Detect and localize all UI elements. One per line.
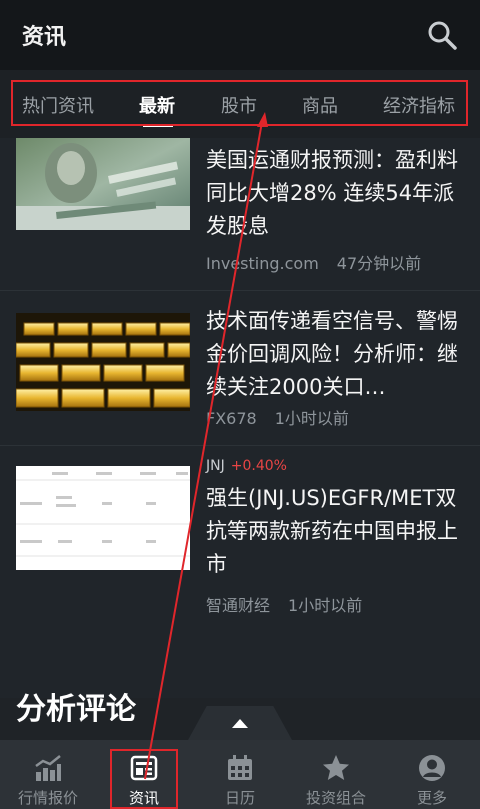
nav-quotes[interactable]: 行情报价 xyxy=(0,740,96,809)
search-icon[interactable] xyxy=(426,19,458,51)
news-list[interactable]: 美国运通财报预测：盈利料同比大增28% 连续54年派发股息 Investing.… xyxy=(0,138,480,698)
news-time: 47分钟以前 xyxy=(336,254,422,273)
user-icon xyxy=(418,754,446,782)
news-meta: 智通财经 1小时以前 xyxy=(206,592,362,616)
star-icon xyxy=(322,754,350,782)
news-item[interactable]: 技术面传递看空信号、警惕金价回调风险！分析师：继续关注2000关口… FX678… xyxy=(0,291,480,446)
news-headline[interactable]: 技术面传递看空信号、警惕金价回调风险！分析师：继续关注2000关口… xyxy=(206,305,468,404)
nav-more[interactable]: 更多 xyxy=(384,740,480,809)
tabs-highlight-box xyxy=(11,80,468,126)
news-source: Investing.com xyxy=(206,254,319,273)
stock-symbol: JNJ xyxy=(206,458,225,474)
calendar-icon xyxy=(226,754,254,782)
news-time: 1小时以前 xyxy=(274,409,349,428)
category-tabs: 热门资讯 最新 股市 商品 经济指标 xyxy=(0,70,480,138)
section-title-analysis: 分析评论 xyxy=(16,692,136,727)
news-thumbnail-table xyxy=(16,466,190,570)
nav-label: 日历 xyxy=(224,789,255,807)
nav-calendar[interactable]: 日历 xyxy=(192,740,288,809)
news-meta: FX678 1小时以前 xyxy=(206,405,349,429)
bottom-navigation: 行情报价 资讯 日历 投资组合 更多 xyxy=(0,740,480,809)
news-item[interactable]: JNJ +0.40% 强生(JNJ.US)EGFR/MET双抗等两款新药在中国申报… xyxy=(0,446,480,626)
page-title: 资讯 xyxy=(22,25,67,50)
nav-portfolio[interactable]: 投资组合 xyxy=(288,740,384,809)
nav-label: 行情报价 xyxy=(17,789,78,807)
news-time: 1小时以前 xyxy=(288,596,363,615)
news-headline[interactable]: 强生(JNJ.US)EGFR/MET双抗等两款新药在中国申报上市 xyxy=(206,482,468,581)
nav-label: 更多 xyxy=(416,789,447,807)
news-source: 智通财经 xyxy=(206,596,271,615)
stock-tag[interactable]: JNJ +0.40% xyxy=(206,458,287,474)
nav-highlight-box xyxy=(110,749,178,809)
chart-icon xyxy=(34,754,62,782)
nav-label: 投资组合 xyxy=(305,789,366,807)
stock-change: +0.40% xyxy=(230,458,287,474)
news-thumbnail-gold xyxy=(16,313,190,411)
app-header: 资讯 xyxy=(0,0,480,70)
news-headline[interactable]: 美国运通财报预测：盈利料同比大增28% 连续54年派发股息 xyxy=(206,144,468,243)
news-item[interactable]: 美国运通财报预测：盈利料同比大增28% 连续54年派发股息 Investing.… xyxy=(0,138,480,291)
expand-handle[interactable] xyxy=(188,706,292,740)
news-meta: Investing.com 47分钟以前 xyxy=(206,250,421,274)
news-source: FX678 xyxy=(206,409,257,428)
chevron-up-icon xyxy=(232,719,248,728)
news-thumbnail-card xyxy=(16,138,190,230)
